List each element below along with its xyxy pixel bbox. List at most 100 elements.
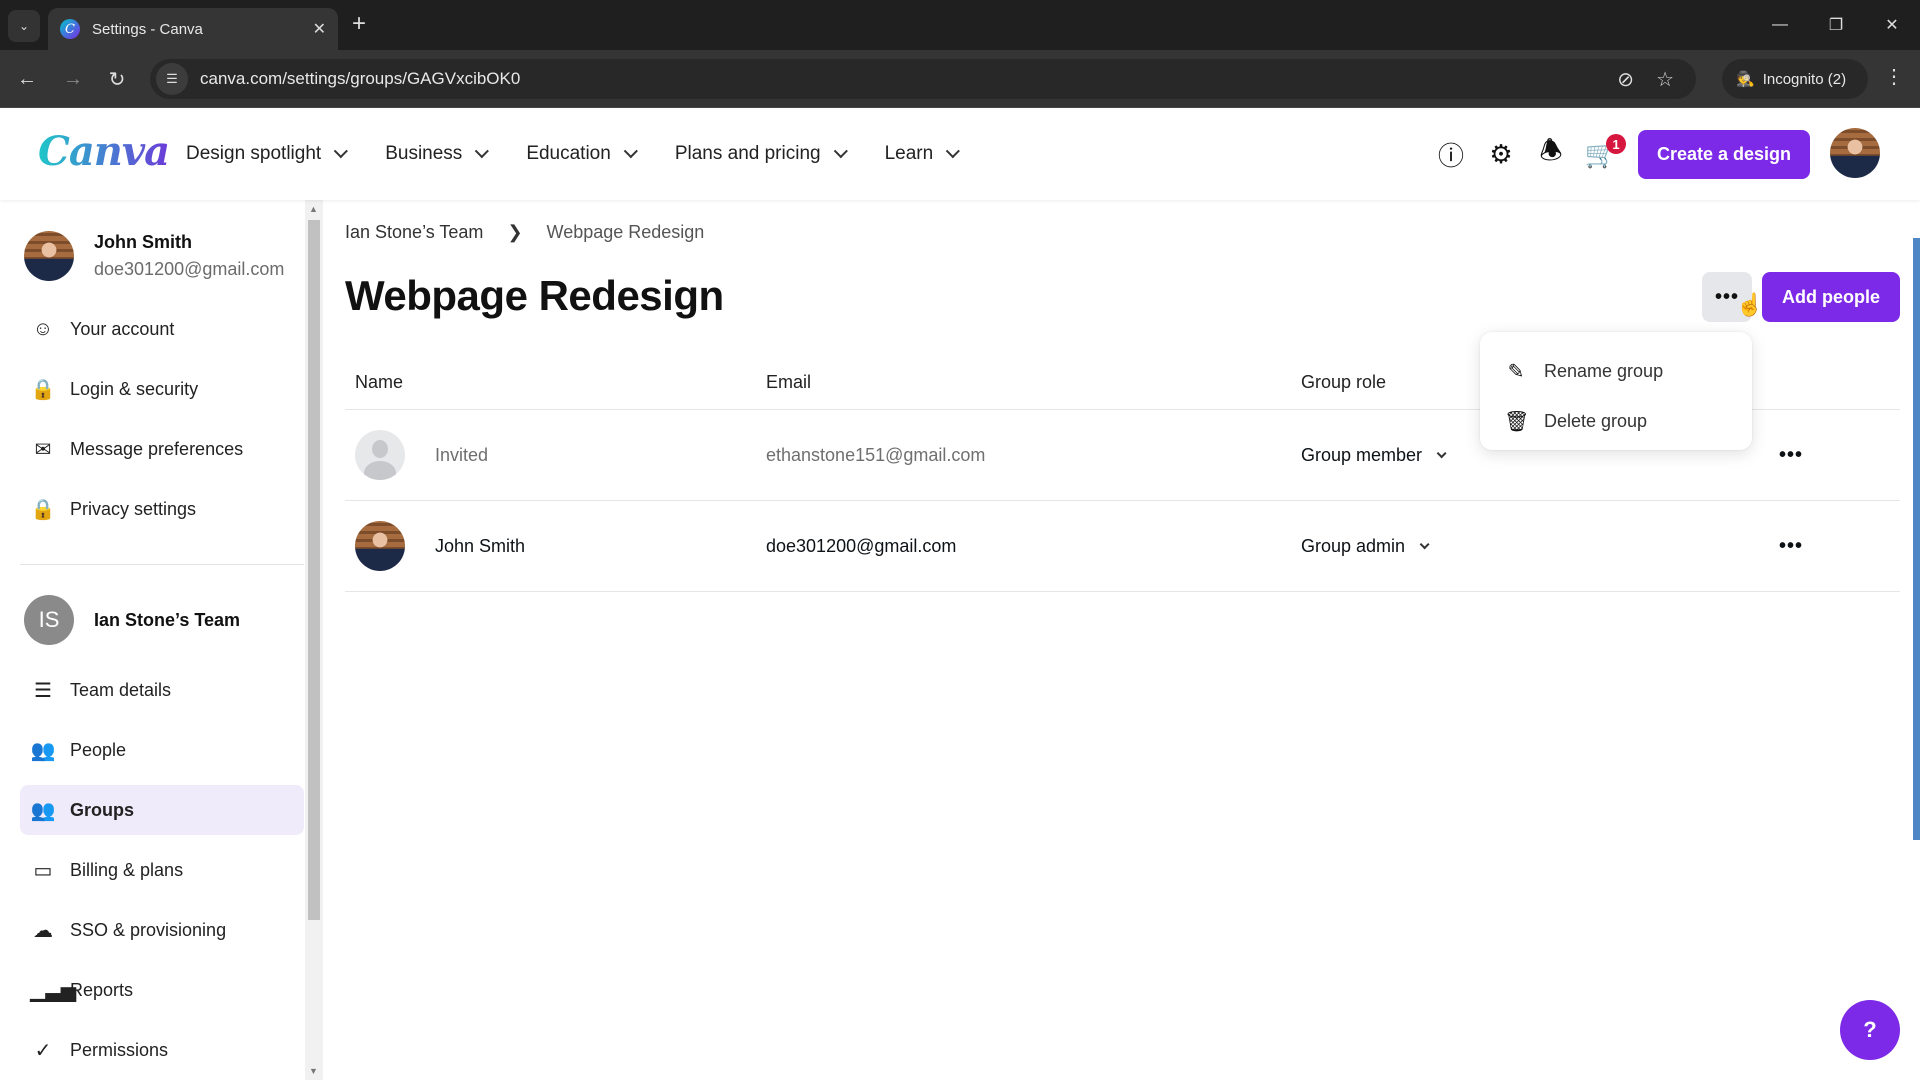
tab-search-button[interactable]: ⌄ [8,10,40,42]
sidebar-item-billing-plans[interactable]: ▭ Billing & plans [20,845,304,895]
browser-menu-icon[interactable]: ⋮ [1884,64,1904,89]
delete-group-menu-item[interactable]: 🗑 Delete group [1480,396,1752,446]
sidebar-item-label: Login & security [70,378,199,399]
sidebar-item-label: Billing & plans [70,859,184,880]
tab-title: Settings - Canva [92,20,203,38]
help-button[interactable]: ? [1840,1000,1900,1060]
lock-icon: 🔒 [30,498,56,521]
url-text[interactable]: canva.com/settings/groups/GAGVxcibOK0 [200,69,1617,89]
cart-icon[interactable]: 🛒 1 [1585,130,1626,178]
help-icon[interactable]: ⓘ [1436,130,1466,178]
add-people-button[interactable]: Add people [1762,272,1900,322]
sidebar-item-people[interactable]: 👥 People [20,725,304,775]
sidebar-item-permissions[interactable]: ✓ Permissions [20,1025,304,1075]
sidebar-item-login-security[interactable]: 🔒 Login & security [20,364,304,414]
add-people-icon: 👥 [30,739,56,762]
user-email: doe301200@gmail.com [94,259,285,279]
sidebar-item-label: People [70,739,127,760]
sidebar-item-label: Permissions [70,1039,169,1060]
settings-sidebar: John Smith doe301200@gmail.com ☺ Your acc… [0,200,305,1080]
bell-icon[interactable]: 🕭 [1536,130,1566,178]
row-more-options-button[interactable]: ••• [1779,444,1900,467]
incognito-icon: 🕵 [1736,71,1755,88]
breadcrumb-current: Webpage Redesign [546,222,705,242]
sidebar-item-team-details[interactable]: ☰ Team details [20,665,304,715]
envelope-icon: ✉ [34,438,52,461]
star-icon[interactable]: ☆ [1656,67,1674,92]
nav-label: Education [526,143,611,164]
sidebar-item-label: Reports [70,979,134,1000]
sidebar-item-privacy-settings[interactable]: 🔒 Privacy settings [20,484,304,534]
sidebar-item-label: SSO & provisioning [70,919,227,940]
close-window-icon[interactable]: ✕ [1864,0,1920,50]
canva-logo[interactable]: Canva [38,128,170,175]
back-button[interactable]: ← [12,64,42,94]
breadcrumb: Ian Stone’s Team ❯ Webpage Redesign [345,222,704,243]
member-avatar [355,521,405,571]
incognito-label: Incognito (2) [1762,70,1847,88]
rename-group-menu-item[interactable]: ✎ Rename group [1480,346,1752,396]
hand-cursor-icon: ☝ [1736,292,1764,317]
role-value: Group admin [1301,535,1406,556]
site-info-icon[interactable]: ☰ [156,63,188,95]
nav-label: Design spotlight [186,143,322,164]
close-tab-icon[interactable]: ✕ [313,19,326,39]
member-name: John Smith [435,535,526,556]
scroll-up-icon[interactable]: ▲ [309,204,318,214]
sidebar-scroll-thumb[interactable] [308,220,320,920]
credit-card-icon: ▭ [33,859,53,882]
gear-icon[interactable]: ⚙ [1486,130,1516,178]
sidebar-user: John Smith doe301200@gmail.com [24,231,284,281]
member-name: Invited [435,444,489,465]
list-icon: ☰ [34,679,52,702]
role-select[interactable]: Group admin [1299,536,1779,557]
nav-plans-pricing[interactable]: Plans and pricing [675,143,848,165]
address-bar[interactable]: ☰ canva.com/settings/groups/GAGVxcibOK0 … [150,59,1696,99]
eye-off-icon[interactable]: ⊘ [1617,67,1634,92]
table-row: John Smith doe301200@gmail.com Group adm… [345,501,1900,592]
more-horizontal-icon: ••• [1779,534,1804,557]
browser-tab[interactable]: C Settings - Canva ✕ [48,8,338,50]
sidebar-item-message-preferences[interactable]: ✉ Message preferences [20,424,304,474]
sidebar-item-sso-provisioning[interactable]: ☁ SSO & provisioning [20,905,304,955]
chevron-down-icon [333,144,349,159]
sidebar-item-label: Message preferences [70,438,244,459]
restore-icon[interactable]: ❐ [1808,0,1864,50]
sidebar-item-reports[interactable]: ▁▃▅ Reports [20,965,304,1015]
chevron-down-icon [833,144,848,159]
sidebar-item-your-account[interactable]: ☺ Your account [20,304,304,354]
chevron-down-icon [475,144,490,159]
team-avatar: IS [24,595,74,645]
check-circle-icon: ✓ [34,1039,52,1062]
page-scrollbar[interactable] [1913,238,1920,840]
trash-icon: 🗑 [1504,410,1530,433]
nav-design-spotlight[interactable]: Design spotlight [186,143,349,165]
row-more-options-button[interactable]: ••• [1779,535,1900,558]
menu-item-label: Rename group [1544,360,1664,381]
sidebar-scrollbar[interactable]: ▲ ▼ [305,200,323,1080]
new-tab-button[interactable]: + [352,12,366,36]
user-name: John Smith [94,232,192,252]
member-email: doe301200@gmail.com [766,535,957,556]
site-header: Canva Design spotlight Business Educatio… [0,108,1920,200]
sidebar-item-label: Your account [70,318,175,339]
breadcrumb-team-link[interactable]: Ian Stone’s Team [345,222,483,243]
scroll-down-icon[interactable]: ▼ [309,1066,318,1076]
page-title: Webpage Redesign [345,272,724,319]
minimize-icon[interactable]: — [1752,0,1808,50]
profile-avatar[interactable] [1830,128,1880,178]
nav-education[interactable]: Education [526,143,638,165]
nav-business[interactable]: Business [385,143,490,165]
browser-tab-bar: ⌄ C Settings - Canva ✕ + — ❐ ✕ [0,0,1920,50]
chevron-right-icon: ❯ [507,222,523,242]
forward-button[interactable]: → [58,64,88,94]
sidebar-item-groups[interactable]: 👥 Groups [20,785,304,835]
member-email: ethanstone151@gmail.com [766,444,986,465]
incognito-profile-button[interactable]: 🕵 Incognito (2) [1722,59,1868,99]
nav-learn[interactable]: Learn [884,143,961,165]
create-design-button[interactable]: Create a design [1638,130,1810,179]
nav-label: Learn [884,143,934,164]
role-value: Group member [1301,444,1423,465]
reload-button[interactable]: ↻ [102,64,132,94]
more-horizontal-icon: ••• [1779,443,1804,466]
